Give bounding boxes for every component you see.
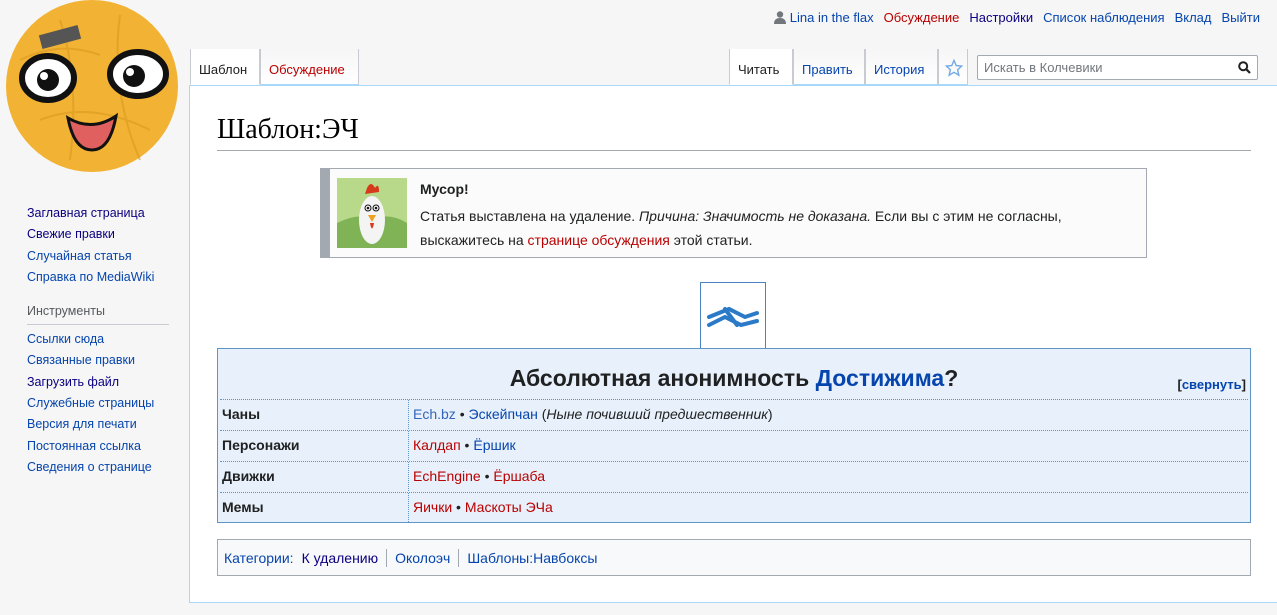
navbox-row-label: Движки bbox=[222, 468, 275, 484]
page-title: Шаблон:ЭЧ bbox=[217, 114, 1251, 151]
sidebar-item-page-info[interactable]: Сведения о странице bbox=[27, 457, 172, 478]
navbox-row-list: EchEngine • Ёршаба bbox=[408, 462, 545, 491]
notice-reason: Причина: Значимость не доказана. bbox=[639, 208, 872, 224]
watchlist-link[interactable]: Список наблюдения bbox=[1043, 10, 1164, 25]
escape-logo-icon bbox=[707, 306, 759, 328]
navbox-row-list: Ech.bz • Эскейпчан (Ныне почивший предше… bbox=[408, 400, 773, 429]
user-link[interactable]: Lina in the flax bbox=[773, 10, 874, 25]
deletion-notice: Мусор! Статья выставлена на удаление. Пр… bbox=[320, 168, 1147, 258]
logo-mascot-image bbox=[6, 0, 178, 172]
personal-tools: Lina in the flax Обсуждение Настройки Сп… bbox=[773, 10, 1261, 25]
navbox-title-text: Абсолютная анонимность bbox=[509, 365, 816, 391]
navbox-link[interactable]: Яички bbox=[413, 499, 452, 515]
sidebar-item-random[interactable]: Случайная статья bbox=[27, 246, 172, 267]
tab-talk[interactable]: Обсуждение bbox=[260, 49, 359, 85]
search-input[interactable]: Искать в Колчевики bbox=[977, 55, 1258, 80]
navbox-link[interactable]: Ech.bz bbox=[413, 406, 456, 422]
user-icon bbox=[773, 11, 786, 24]
tab-history-label: История bbox=[874, 62, 925, 77]
navbox-link[interactable]: Эскейпчан bbox=[469, 406, 538, 422]
navbox-link[interactable]: Маскоты ЭЧа bbox=[465, 499, 553, 515]
sidebar-item-special-pages[interactable]: Служебные страницы bbox=[27, 393, 172, 414]
navbox-icon bbox=[700, 282, 766, 348]
sidebar-item-related-changes[interactable]: Связанные правки bbox=[27, 350, 172, 371]
navbox-row-label: Чаны bbox=[222, 406, 261, 422]
content-area: Шаблон:ЭЧ Мусор! Статья выставлена на уд… bbox=[189, 85, 1277, 603]
sidebar: Заглавная страница Свежие правки Случайн… bbox=[27, 203, 172, 478]
tab-template-label: Шаблон bbox=[199, 62, 248, 77]
category-link[interactable]: Шаблоны:Навбоксы bbox=[467, 550, 597, 566]
sidebar-heading-tools: Инструменты bbox=[27, 304, 169, 326]
categories-label[interactable]: Категории: bbox=[224, 550, 294, 566]
navbox-link[interactable]: Ёршаба bbox=[493, 468, 545, 484]
preferences-link[interactable]: Настройки bbox=[969, 10, 1033, 25]
rooster-image bbox=[337, 178, 407, 248]
navbox-title: Абсолютная анонимность Достижима? bbox=[218, 365, 1250, 392]
logout-link[interactable]: Выйти bbox=[1222, 10, 1261, 25]
navbox-row-label: Персонажи bbox=[222, 437, 300, 453]
notice-text: Статья выставлена на удаление. Причина: … bbox=[420, 204, 1140, 252]
navbox-row-list: Калдап • Ёршик bbox=[408, 431, 516, 460]
navbox: Абсолютная анонимность Достижима? [сверн… bbox=[217, 348, 1251, 523]
navbox-title-link[interactable]: Достижима bbox=[816, 365, 945, 391]
navbox-row-list: Яички • Маскоты ЭЧа bbox=[408, 493, 553, 522]
sidebar-item-recent-changes[interactable]: Свежие правки bbox=[27, 224, 172, 245]
tab-edit[interactable]: Править bbox=[793, 49, 865, 85]
navbox-row: Чаны Ech.bz • Эскейпчан (Ныне почивший п… bbox=[220, 399, 1248, 429]
notice-text-3: этой статьи. bbox=[669, 232, 753, 248]
navbox-link[interactable]: Ёршик bbox=[473, 437, 515, 453]
tab-edit-label: Править bbox=[802, 62, 853, 77]
user-name: Lina in the flax bbox=[789, 10, 874, 25]
star-icon bbox=[945, 59, 963, 77]
navbox-row: Мемы Яички • Маскоты ЭЧа bbox=[220, 492, 1248, 522]
watch-star-button[interactable] bbox=[938, 49, 968, 85]
notice-talk-link[interactable]: странице обсуждения bbox=[528, 232, 670, 248]
sidebar-item-print[interactable]: Версия для печати bbox=[27, 414, 172, 435]
tab-read[interactable]: Читать bbox=[729, 49, 793, 85]
navbox-collapse-link[interactable]: свернуть bbox=[1182, 377, 1242, 392]
navbox-collapse-toggle[interactable]: [свернуть] bbox=[1177, 377, 1246, 392]
search-placeholder: Искать в Колчевики bbox=[984, 60, 1103, 75]
navbox-title-end: ? bbox=[944, 365, 959, 391]
navbox-note: Ныне почивший предшественник bbox=[546, 406, 768, 422]
category-link[interactable]: К удалению bbox=[302, 550, 379, 566]
category-separator bbox=[386, 548, 388, 567]
navbox-row: Движки EchEngine • Ёршаба bbox=[220, 461, 1248, 491]
category-link[interactable]: Околоэч bbox=[395, 550, 450, 566]
user-talk-link[interactable]: Обсуждение bbox=[884, 10, 960, 25]
notice-text-1: Статья выставлена на удаление. bbox=[420, 208, 640, 224]
sidebar-item-what-links-here[interactable]: Ссылки сюда bbox=[27, 329, 172, 350]
sidebar-item-permalink[interactable]: Постоянная ссылка bbox=[27, 436, 172, 457]
category-links: Категории: К удалению Околоэч Шаблоны:На… bbox=[217, 539, 1251, 576]
navbox-link[interactable]: Калдап bbox=[413, 437, 461, 453]
navbox-row-label: Мемы bbox=[222, 499, 264, 515]
navbox-link[interactable]: EchEngine bbox=[413, 468, 481, 484]
notice-title: Мусор! bbox=[420, 181, 469, 197]
sidebar-item-help[interactable]: Справка по MediaWiki bbox=[27, 267, 172, 288]
category-separator bbox=[458, 548, 460, 567]
navbox-row: Персонажи Калдап • Ёршик bbox=[220, 430, 1248, 460]
sidebar-item-upload[interactable]: Загрузить файл bbox=[27, 372, 172, 393]
site-logo[interactable] bbox=[0, 0, 190, 175]
tab-history[interactable]: История bbox=[865, 49, 938, 85]
tab-talk-label: Обсуждение bbox=[269, 62, 345, 77]
sidebar-item-main-page[interactable]: Заглавная страница bbox=[27, 203, 172, 224]
tab-template[interactable]: Шаблон bbox=[190, 49, 260, 85]
contributions-link[interactable]: Вклад bbox=[1175, 10, 1212, 25]
search-icon[interactable] bbox=[1238, 61, 1251, 74]
tab-read-label: Читать bbox=[738, 62, 780, 77]
